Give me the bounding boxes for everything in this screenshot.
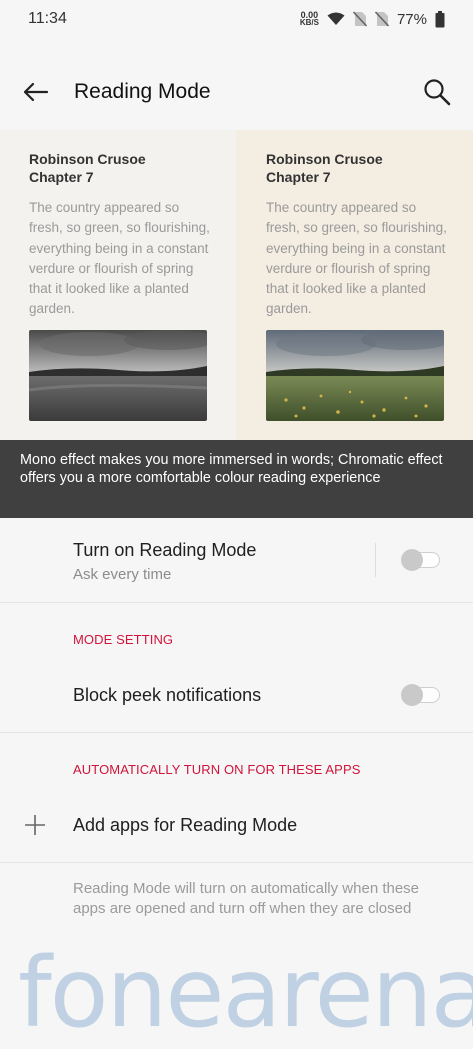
search-icon xyxy=(424,79,451,106)
book-title-line2: Chapter 7 xyxy=(29,169,94,185)
divider xyxy=(0,862,473,863)
divider xyxy=(0,602,473,603)
search-button[interactable] xyxy=(419,74,455,110)
status-bar: 11:34 0.00 KB/S 77% xyxy=(0,0,473,38)
add-apps-button[interactable]: Add apps for Reading Mode xyxy=(73,815,297,836)
book-title: Robinson Crusoe Chapter 7 xyxy=(266,150,383,186)
book-title-line1: Robinson Crusoe xyxy=(29,151,146,167)
color-landscape-image xyxy=(266,330,444,421)
block-peek-toggle[interactable] xyxy=(401,684,440,706)
reading-mode-toggle[interactable] xyxy=(401,549,440,571)
toggle-knob xyxy=(401,684,423,706)
effect-tip-banner: Mono effect makes you more immersed in w… xyxy=(0,440,473,518)
app-bar: Reading Mode xyxy=(0,60,473,124)
reading-preview: Robinson Crusoe Chapter 7 The country ap… xyxy=(0,130,473,440)
book-title: Robinson Crusoe Chapter 7 xyxy=(29,150,146,186)
no-sim-icon xyxy=(374,11,389,27)
wifi-icon xyxy=(327,12,345,25)
mono-preview: Robinson Crusoe Chapter 7 The country ap… xyxy=(0,130,236,440)
page-title: Reading Mode xyxy=(74,80,211,103)
row-divider xyxy=(375,543,376,577)
reading-mode-title: Turn on Reading Mode xyxy=(73,540,257,560)
reading-mode-subtitle: Ask every time xyxy=(73,566,172,583)
book-title-line2: Chapter 7 xyxy=(266,169,331,185)
book-title-line1: Robinson Crusoe xyxy=(266,151,383,167)
plus-icon[interactable] xyxy=(24,814,46,836)
battery-icon xyxy=(435,10,445,27)
auto-apps-footnote: Reading Mode will turn on automatically … xyxy=(73,880,420,917)
net-speed-indicator: 0.00 KB/S xyxy=(300,11,319,27)
arrow-left-icon xyxy=(23,82,49,102)
chromatic-preview: Robinson Crusoe Chapter 7 The country ap… xyxy=(237,130,473,440)
reading-mode-row[interactable]: Turn on Reading Mode Ask every time xyxy=(0,520,473,602)
auto-apps-header: AUTOMATICALLY TURN ON FOR THESE APPS xyxy=(73,762,361,777)
block-peek-label[interactable]: Block peek notifications xyxy=(73,685,261,706)
mode-setting-header: MODE SETTING xyxy=(73,632,174,647)
mono-landscape-image xyxy=(29,330,207,421)
status-time: 11:34 xyxy=(28,10,67,27)
book-excerpt: The country appeared so fresh, so green,… xyxy=(29,200,210,317)
divider xyxy=(0,732,473,733)
net-speed-unit: KB/S xyxy=(299,18,319,27)
book-excerpt: The country appeared so fresh, so green,… xyxy=(266,200,447,317)
status-icons: 0.00 KB/S 77% xyxy=(300,8,445,30)
no-sim-icon xyxy=(352,11,367,27)
battery-percent: 77% xyxy=(396,10,427,28)
back-button[interactable] xyxy=(18,74,54,110)
toggle-knob xyxy=(401,549,423,571)
fonearena-watermark: fonearena xyxy=(18,937,473,1049)
